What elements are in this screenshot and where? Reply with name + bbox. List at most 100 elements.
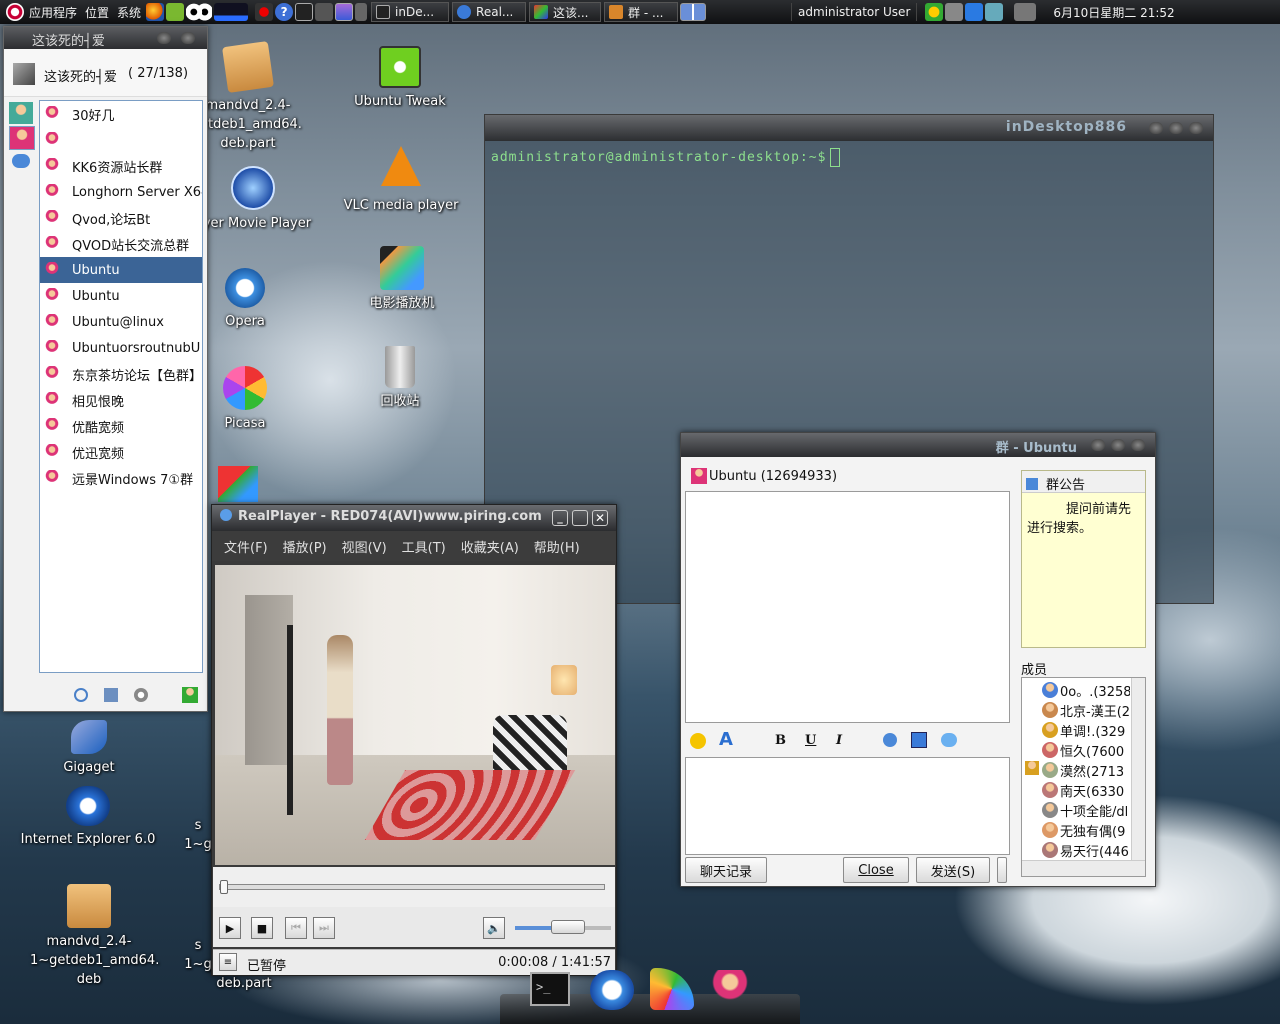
desktop-icon-gigaget[interactable]: Gigaget: [44, 720, 134, 777]
group-list-item[interactable]: [40, 127, 202, 153]
close-button[interactable]: [181, 32, 195, 44]
display-icon[interactable]: [335, 3, 354, 21]
terminal-launcher-icon[interactable]: [295, 3, 314, 21]
qq-titlebar[interactable]: 这该死的┤爱: [4, 27, 207, 49]
desktop-icon-ubuntu-tweak[interactable]: Ubuntu Tweak: [345, 46, 455, 111]
playlist-button[interactable]: ≡: [219, 953, 237, 971]
tab-recent[interactable]: [12, 154, 30, 168]
chat-titlebar[interactable]: 群 - Ubuntu: [681, 433, 1155, 457]
menu-item[interactable]: 帮助(H): [528, 537, 589, 556]
member-item[interactable]: 十项全能/dl: [1022, 800, 1130, 820]
tab-friends[interactable]: [9, 102, 33, 124]
chat-bubble-icon[interactable]: [941, 733, 957, 747]
desktop-icon-trash[interactable]: 回收站: [360, 346, 440, 411]
underline-button[interactable]: U: [805, 733, 816, 748]
add-contact-icon[interactable]: [182, 687, 198, 703]
menu-item[interactable]: 播放(P): [277, 537, 336, 556]
minimize-button[interactable]: _: [552, 510, 568, 526]
minimize-button[interactable]: [1091, 439, 1105, 451]
stop-button[interactable]: ■: [251, 917, 273, 939]
desktop-icon-ie[interactable]: Internet Explorer 6.0: [16, 786, 160, 849]
menu-item[interactable]: 文件(F): [218, 537, 277, 556]
screenshot-icon[interactable]: [911, 732, 927, 748]
maximize-button[interactable]: [1169, 122, 1183, 134]
group-list-item[interactable]: 30好几: [40, 101, 202, 127]
dock-terminal-icon[interactable]: >_: [530, 972, 570, 1006]
tray-update-icon[interactable]: [965, 3, 984, 21]
task-realplayer[interactable]: Real...: [452, 2, 527, 22]
terminal-prompt[interactable]: administrator@administrator-desktop:~$: [485, 141, 1213, 174]
minimize-button[interactable]: [1149, 122, 1163, 134]
realplayer-titlebar[interactable]: RealPlayer - RED074(AVI)www.piring.com _…: [212, 505, 616, 531]
chat-history-button[interactable]: 聊天记录: [685, 857, 767, 883]
qq-main-window[interactable]: 这该死的┤爱 这该死的┤爱 ( 27/138) 30好几 KK6资源站长群 Long…: [3, 26, 208, 712]
member-item[interactable]: 单调!.(329: [1022, 720, 1130, 740]
group-list-item[interactable]: 相见恨晚: [40, 387, 202, 413]
group-list-item[interactable]: 优迅宽频: [40, 439, 202, 465]
dock-qq-icon[interactable]: [590, 970, 634, 1010]
group-list-item[interactable]: 优酷宽频: [40, 413, 202, 439]
volume-icon[interactable]: [1014, 3, 1037, 21]
help-icon[interactable]: ?: [275, 3, 294, 21]
next-button[interactable]: ⏭: [313, 917, 335, 939]
seek-handle[interactable]: [220, 880, 228, 894]
menu-item[interactable]: 工具(T): [396, 537, 455, 556]
emoji-icon[interactable]: [690, 733, 706, 749]
settings-icon[interactable]: [134, 688, 148, 702]
desktop-icon-opera[interactable]: Opera: [205, 268, 285, 331]
ubuntu-tweak-launcher-icon[interactable]: [166, 3, 185, 21]
group-list-item[interactable]: 远景Windows 7①群: [40, 465, 202, 491]
desktop-icon-realplayer-partial[interactable]: [218, 466, 264, 502]
menu-applications[interactable]: 应用程序: [25, 4, 81, 21]
volume-slider[interactable]: [515, 920, 611, 934]
group-list-item[interactable]: Ubuntu: [40, 283, 202, 309]
member-hscrollbar[interactable]: [1022, 860, 1145, 876]
member-item[interactable]: 0o。.(3258: [1022, 680, 1130, 700]
tray-qq-icon[interactable]: [925, 3, 944, 21]
group-list-item[interactable]: KK6资源站长群: [40, 153, 202, 179]
send-button[interactable]: 发送(S): [916, 857, 990, 883]
group-chat-window[interactable]: 群 - Ubuntu Ubuntu (12694933) A B U I 聊天记…: [680, 432, 1156, 887]
group-list[interactable]: 30好几 KK6资源站长群 Longhorn Server X64 Qvod,论坛Bt…: [39, 100, 203, 673]
group-list-item[interactable]: Qvod,论坛Bt: [40, 205, 202, 231]
group-list-item[interactable]: Longhorn Server X64: [40, 179, 202, 205]
desktop-icon-picasa[interactable]: Picasa: [205, 366, 285, 433]
close-button[interactable]: ✕: [592, 510, 608, 526]
member-list[interactable]: 0o。.(3258 北京-漢王(2 单调!.(329 恒久(7600 漠然(2713 南天…: [1021, 677, 1146, 877]
dock-books-icon[interactable]: [650, 968, 694, 1010]
message-history[interactable]: [685, 491, 1010, 723]
close-button[interactable]: [1131, 439, 1145, 451]
video-frame[interactable]: [215, 565, 615, 865]
previous-button[interactable]: ⏮: [285, 917, 307, 939]
task-qq-group[interactable]: 群 - ...: [604, 2, 679, 22]
member-item[interactable]: 易天行(446: [1022, 840, 1130, 860]
member-scrollbar[interactable]: [1131, 678, 1145, 860]
avatar[interactable]: [13, 63, 35, 85]
desktop-icon-mandvd-deb[interactable]: mandvd_2.4- 1~getdeb1_amd64. deb: [30, 884, 159, 989]
trash-panel-icon[interactable]: [355, 3, 368, 21]
workspace-switcher[interactable]: [680, 3, 707, 21]
send-options-button[interactable]: [997, 857, 1007, 883]
play-button[interactable]: ▶: [219, 917, 241, 939]
member-item[interactable]: 南天(6330: [1022, 780, 1130, 800]
minimize-button[interactable]: [157, 32, 171, 44]
group-list-item[interactable]: 东京茶坊论坛【色群】: [40, 361, 202, 387]
group-list-item[interactable]: QVOD站长交流总群: [40, 231, 202, 257]
clock[interactable]: 6月10日星期二 21:52: [1049, 4, 1178, 21]
menu-system[interactable]: 系统: [113, 4, 145, 21]
firefox-icon[interactable]: [146, 3, 165, 21]
speaker-icon[interactable]: [104, 688, 118, 702]
group-list-item[interactable]: Ubuntu@linux: [40, 309, 202, 335]
close-chat-button[interactable]: Close: [843, 857, 909, 883]
desktop-icon-mandvd-part[interactable]: mandvd_2.4- etdeb1_amd64. deb.part: [200, 41, 302, 153]
maximize-button[interactable]: [1111, 439, 1125, 451]
member-item[interactable]: 北京-漢王(2: [1022, 700, 1130, 720]
group-list-item[interactable]: Ubuntu: [40, 257, 202, 283]
member-item[interactable]: 无独有偶(9: [1022, 820, 1130, 840]
volume-handle[interactable]: [550, 920, 585, 934]
italic-button[interactable]: I: [836, 733, 842, 748]
maximize-button[interactable]: [572, 510, 588, 526]
bold-button[interactable]: B: [775, 733, 786, 748]
search-icon[interactable]: [74, 688, 88, 702]
mute-button[interactable]: 🔈: [483, 917, 505, 939]
